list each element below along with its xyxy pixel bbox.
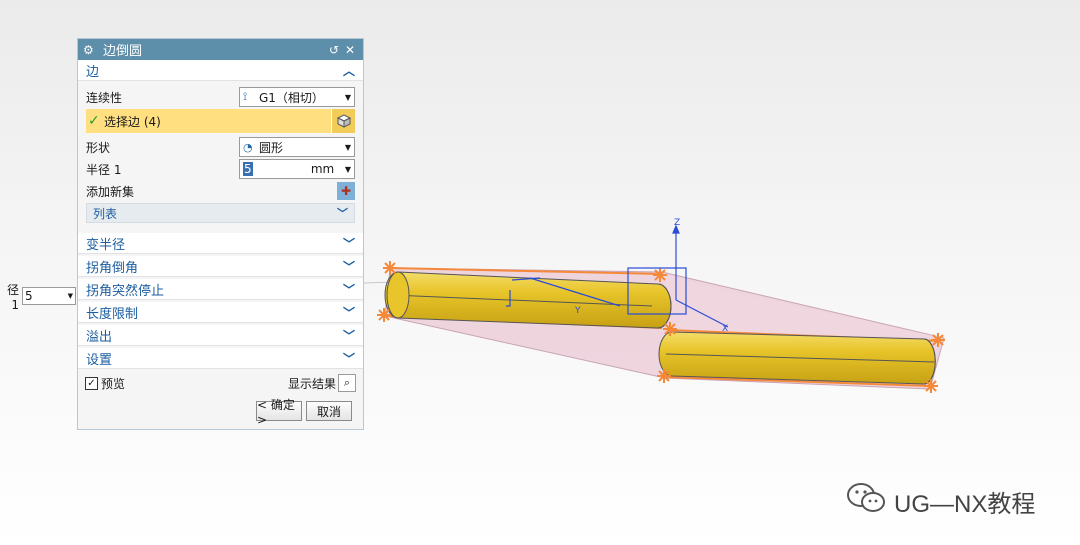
preview-label: 预览 <box>101 376 126 391</box>
shape-label: 形状 <box>86 140 111 155</box>
section-length-limit[interactable]: 长度限制 ﹀ <box>78 302 363 323</box>
section-edge-body: 连续性 ⟟ G1（相切） ▼ ✓ 选择边 (4) 形状 ◔ 圆形 ▼ 半径 1 <box>78 83 363 227</box>
checkmark-icon: ✓ <box>88 113 100 129</box>
select-edge-row[interactable]: ✓ 选择边 (4) <box>86 109 355 133</box>
z-axis-label: Z <box>674 218 680 228</box>
edge-select-cube-icon[interactable] <box>331 109 355 133</box>
chevron-down-icon[interactable]: ﹀ <box>343 327 355 344</box>
section-title: 拐角倒角 <box>86 260 139 276</box>
edge-blend-dialog: ⚙ 边倒圆 ↺ ✕ 边 ︿ 连续性 ⟟ G1（相切） ▼ ✓ 选择边 (4) 形… <box>77 38 364 430</box>
cylinder-right[interactable] <box>658 331 936 385</box>
radius-label: 半径 1 <box>86 162 122 177</box>
chevron-down-icon: ▼ <box>344 142 351 152</box>
radius-unit: mm <box>310 162 335 176</box>
section-stop-short-of-corner[interactable]: 拐角突然停止 ﹀ <box>78 279 363 300</box>
chevron-down-icon[interactable]: ▼ <box>68 292 73 300</box>
ok-button[interactable]: < 确定 > <box>256 398 302 427</box>
select-edge-label: 选择边 (4) <box>104 114 161 129</box>
show-result-label: 显示结果 <box>287 376 336 391</box>
gear-icon[interactable]: ⚙ <box>83 43 99 57</box>
chevron-down-icon[interactable]: ﹀ <box>343 281 355 298</box>
watermark: UG—NX教程 <box>846 482 1035 521</box>
section-settings[interactable]: 设置 ﹀ <box>78 348 363 369</box>
radius-value[interactable]: 5 <box>243 162 253 176</box>
section-title: 变半径 <box>86 237 126 253</box>
watermark-text: UG—NX教程 <box>894 491 1036 518</box>
preview-checkbox[interactable]: ✓ <box>85 376 98 390</box>
dialog-titlebar[interactable]: ⚙ 边倒圆 ↺ ✕ <box>78 39 363 60</box>
preview-row: ✓ 预览 显示结果 ⌕ <box>78 371 363 395</box>
tangent-continuity-icon: ⟟ <box>243 90 248 103</box>
circular-shape-icon: ◔ <box>243 140 253 154</box>
list-toggle[interactable]: 列表 ﹀ <box>86 203 355 223</box>
chevron-down-icon[interactable]: ﹀ <box>343 350 355 367</box>
section-edge-title: 边 <box>86 64 100 80</box>
shape-value: 圆形 <box>259 140 284 155</box>
y-axis-label: Y <box>574 306 581 316</box>
section-title: 设置 <box>86 352 113 368</box>
collapsed-sections: 变半径 ﹀ 拐角倒角 ﹀ 拐角突然停止 ﹀ 长度限制 ﹀ 溢出 ﹀ 设置 ﹀ <box>78 233 363 369</box>
floating-radius-label: 径 1 <box>6 282 19 312</box>
dialog-buttons: < 确定 > 取消 <box>78 395 363 427</box>
dialog-title: 边倒圆 <box>103 44 143 59</box>
magnifier-icon[interactable]: ⌕ <box>338 374 356 392</box>
reset-icon[interactable]: ↺ <box>326 43 342 57</box>
x-axis-label: X <box>722 324 728 334</box>
floating-radius-input[interactable]: 5 ▼ <box>22 287 76 305</box>
section-edge-header[interactable]: 边 ︿ <box>78 60 363 81</box>
continuity-label: 连续性 <box>86 90 123 105</box>
cancel-button[interactable]: 取消 <box>306 401 352 421</box>
section-variable-radius[interactable]: 变半径 ﹀ <box>78 233 363 254</box>
add-set-label: 添加新集 <box>86 184 135 199</box>
close-icon[interactable]: ✕ <box>342 43 358 57</box>
chevron-down-icon[interactable]: ▼ <box>345 165 351 174</box>
add-set-icon[interactable]: ✚ <box>337 182 355 200</box>
section-corner-setback[interactable]: 拐角倒角 ﹀ <box>78 256 363 277</box>
radius-input[interactable]: 5 mm ▼ <box>239 159 355 179</box>
wechat-icon <box>846 482 886 521</box>
chevron-down-icon: ▼ <box>344 92 351 102</box>
shape-dropdown[interactable]: ◔ 圆形 ▼ <box>239 137 355 157</box>
section-overflow[interactable]: 溢出 ﹀ <box>78 325 363 346</box>
floating-radius-value: 5 <box>25 289 33 303</box>
section-title: 拐角突然停止 <box>86 283 165 299</box>
continuity-dropdown[interactable]: ⟟ G1（相切） ▼ <box>239 87 355 107</box>
list-label: 列表 <box>93 206 118 221</box>
section-title: 溢出 <box>86 329 113 345</box>
chevron-down-icon[interactable]: ﹀ <box>343 235 355 252</box>
chevron-up-icon[interactable]: ︿ <box>343 62 355 79</box>
floating-radius-field: 径 1 5 ▼ <box>0 283 80 312</box>
chevron-down-icon[interactable]: ﹀ <box>343 304 355 321</box>
section-title: 长度限制 <box>86 306 139 322</box>
chevron-down-icon[interactable]: ﹀ <box>337 205 348 221</box>
chevron-down-icon[interactable]: ﹀ <box>343 258 355 275</box>
continuity-value: G1（相切） <box>259 90 324 105</box>
